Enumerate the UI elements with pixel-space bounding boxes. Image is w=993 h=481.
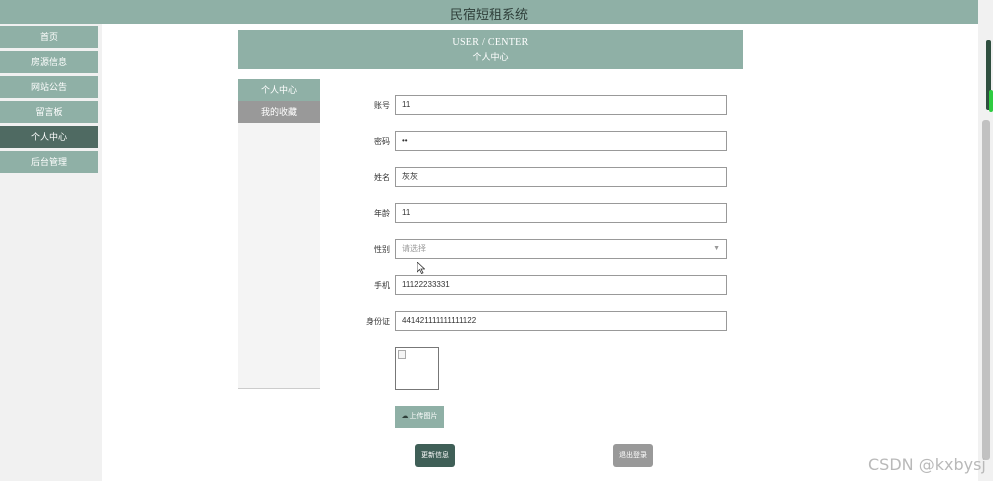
side-tabs: 个人中心 我的收藏: [238, 79, 320, 389]
age-label: 年龄: [374, 209, 390, 218]
nav-item-home[interactable]: 首页: [0, 26, 98, 48]
top-bar: 民宿短租系统: [0, 0, 978, 24]
phone-input[interactable]: 11122233331: [395, 275, 727, 295]
page-scrollbar[interactable]: [978, 0, 993, 481]
account-label: 账号: [374, 101, 390, 110]
id-card-label: 身份证: [366, 317, 390, 326]
cloud-upload-icon: ☁: [401, 413, 409, 420]
form-row-password: 密码 ••: [360, 131, 730, 151]
avatar-image-preview: [395, 347, 439, 390]
age-input[interactable]: 11: [395, 203, 727, 223]
nav-item-admin[interactable]: 后台管理: [0, 151, 98, 173]
gender-label: 性别: [374, 245, 390, 254]
password-label: 密码: [374, 137, 390, 146]
nav-item-rooms[interactable]: 房源信息: [0, 51, 98, 73]
update-info-button[interactable]: 更新信息: [415, 444, 455, 467]
user-center-header: USER / CENTER 个人中心: [238, 30, 743, 69]
scrollbar-thumb[interactable]: [982, 120, 990, 460]
gender-select[interactable]: 请选择 ▼: [395, 239, 727, 259]
header-zh: 个人中心: [472, 52, 509, 62]
tab-my-favorites[interactable]: 我的收藏: [238, 101, 320, 123]
watermark: CSDN @kxbysj: [868, 455, 986, 474]
nav-item-user-center[interactable]: 个人中心: [0, 126, 98, 148]
logout-button[interactable]: 退出登录: [613, 444, 653, 467]
gender-select-value: 请选择: [402, 244, 426, 253]
name-input[interactable]: 灰灰: [395, 167, 727, 187]
name-label: 姓名: [374, 173, 390, 182]
nav-item-messages[interactable]: 留言板: [0, 101, 98, 123]
upload-image-button[interactable]: ☁上传图片: [395, 406, 444, 428]
chevron-down-icon: ▼: [713, 245, 720, 252]
form-row-account: 账号 11: [360, 95, 730, 115]
header-en: USER / CENTER: [452, 37, 529, 48]
id-card-input[interactable]: 441421111111111122: [395, 311, 727, 331]
form-row-phone: 手机 11122233331: [360, 275, 730, 295]
form-row-age: 年龄 11: [360, 203, 730, 223]
form-row-gender: 性别 请选择 ▼: [360, 239, 730, 259]
account-input[interactable]: 11: [395, 95, 727, 115]
left-area: 首页 房源信息 网站公告 留言板 个人中心 后台管理: [0, 24, 102, 481]
upload-label: 上传图片: [409, 413, 438, 420]
broken-image-icon: [398, 350, 406, 359]
form-row-name: 姓名 灰灰: [360, 167, 730, 187]
app-title: 民宿短租系统: [449, 7, 528, 22]
nav-item-notices[interactable]: 网站公告: [0, 76, 98, 98]
tab-user-center[interactable]: 个人中心: [238, 79, 320, 101]
phone-label: 手机: [374, 281, 390, 290]
form-row-id-card: 身份证 441421111111111122: [360, 311, 730, 331]
password-input[interactable]: ••: [395, 131, 727, 151]
scrollbar-edge-indicator: [989, 90, 993, 112]
main-nav: 首页 房源信息 网站公告 留言板 个人中心 后台管理: [0, 26, 98, 176]
